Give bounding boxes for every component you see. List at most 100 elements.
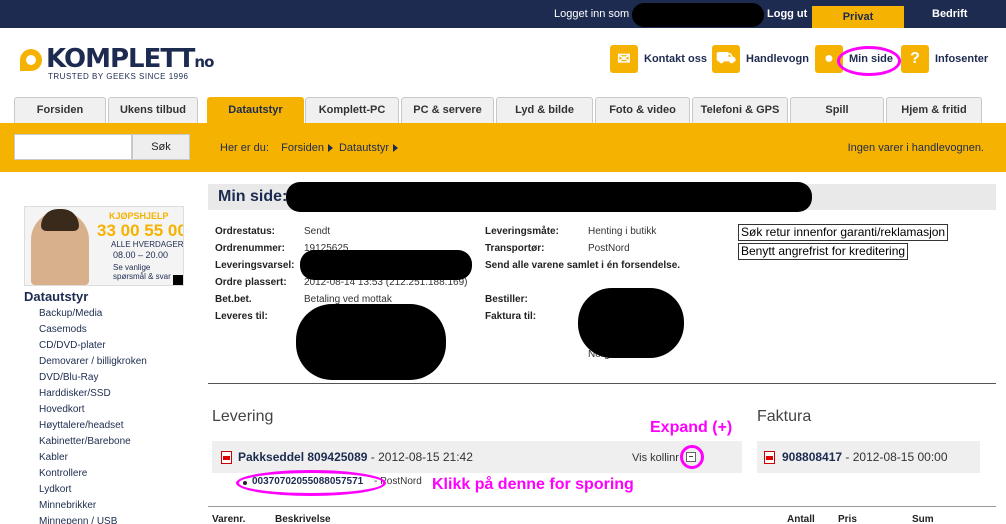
info-center-link[interactable]: ? Infosenter	[901, 44, 988, 74]
sidebar-item[interactable]: Demovarer / billigkroken	[39, 355, 147, 371]
tab-telefoni-gps[interactable]: Telefoni & GPS	[692, 97, 788, 123]
cart-icon: ⛟	[712, 45, 740, 73]
cart-label: Handlevogn	[746, 53, 809, 65]
annotation-circle	[680, 445, 704, 469]
search-button[interactable]: Søk	[132, 134, 190, 160]
info-center-label: Infosenter	[935, 53, 989, 65]
redacted-block	[296, 304, 446, 380]
promo-days: ALLE HVERDAGER	[111, 240, 184, 249]
logo-name: KOMPLETT	[46, 44, 195, 74]
sidebar-item[interactable]: Casemods	[39, 323, 147, 339]
divider	[208, 383, 996, 384]
search-input[interactable]	[14, 134, 132, 160]
tab-pc-servere[interactable]: PC & servere	[401, 97, 494, 123]
delivery-method-value: Henting i butikk	[588, 226, 657, 237]
withdrawal-credit-button[interactable]: Benytt angrefrist for kreditering	[738, 243, 909, 260]
sidebar-item[interactable]: DVD/Blu-Ray	[39, 371, 147, 387]
pdf-icon[interactable]	[221, 451, 232, 464]
sidebar-item[interactable]: Kontrollere	[39, 467, 147, 483]
logout-link[interactable]: Logg ut	[767, 8, 807, 20]
bedrift-link[interactable]: Bedrift	[932, 8, 967, 20]
play-icon[interactable]	[173, 275, 183, 285]
cart-status: Ingen varer i handlevognen.	[847, 142, 984, 154]
tab-datautstyr[interactable]: Datautstyr	[207, 97, 304, 125]
pdf-icon[interactable]	[764, 451, 775, 464]
redacted-name	[286, 182, 812, 212]
invoice-date: - 2012-08-15 00:00	[845, 450, 948, 464]
top-bar: Logget inn som Logg ut Privat Bedrift	[0, 0, 1006, 28]
annotation-circle	[837, 46, 901, 76]
logo-tagline: TRUSTED BY GEEKS SINCE 1996	[48, 72, 189, 81]
payment-terms-label: Bet.bet.	[215, 294, 252, 305]
carrier-value: PostNord	[588, 243, 630, 254]
return-warranty-button[interactable]: Søk retur innenfor garanti/reklamasjon	[738, 224, 949, 241]
logo-mark-icon	[20, 49, 42, 71]
tab-spill[interactable]: Spill	[790, 97, 884, 123]
show-packages-label[interactable]: Vis kollinr	[632, 452, 679, 464]
redacted-username	[632, 3, 764, 27]
invoice-section-title: Faktura	[757, 408, 812, 425]
question-icon: ?	[901, 45, 929, 73]
orderer-label: Bestiller:	[485, 294, 528, 305]
sidebar-item[interactable]: Hovedkort	[39, 403, 147, 419]
invoice-link[interactable]: 908808417 - 2012-08-15 00:00	[782, 450, 948, 464]
promo-hours: 08.00 – 20.00	[113, 250, 169, 260]
invoice-number[interactable]: 908808417	[782, 450, 842, 464]
tab-hjem-fritid[interactable]: Hjem & fritid	[886, 97, 982, 123]
sidebar-item[interactable]: Kabler	[39, 451, 147, 467]
sidebar-item[interactable]: Backup/Media	[39, 307, 147, 323]
contact-label: Kontakt oss	[644, 53, 707, 65]
ship-together-note: Send alle varene samlet i én forsendelse…	[485, 260, 681, 271]
col-header-description: Beskrivelse	[275, 514, 331, 524]
order-status-label: Ordrestatus:	[215, 226, 276, 237]
sidebar-item[interactable]: Høyttalere/headset	[39, 419, 147, 435]
carrier-label: Transportør:	[485, 243, 545, 254]
sidebar-title: Datautstyr	[24, 289, 89, 304]
redacted-block	[578, 288, 684, 358]
sidebar-item[interactable]: Harddisker/SSD	[39, 387, 147, 403]
breadcrumb-prefix: Her er du:	[220, 142, 269, 154]
col-header-sum: Sum	[912, 514, 934, 524]
packing-slip-date: - 2012-08-15 21:42	[370, 450, 473, 464]
contact-link[interactable]: ✉ Kontakt oss	[610, 44, 707, 74]
cart-link[interactable]: ⛟ Handlevogn	[712, 44, 809, 74]
mail-icon: ✉	[610, 45, 638, 73]
packing-slip-number[interactable]: Pakkseddel 809425089	[238, 450, 367, 464]
support-promo-banner[interactable]: KJØPSHJELP 33 00 55 00 ALLE HVERDAGER 08…	[24, 206, 184, 286]
packing-slip-link[interactable]: Pakkseddel 809425089 - 2012-08-15 21:42	[238, 450, 473, 464]
invoice-to-label: Faktura til:	[485, 311, 537, 322]
tab-forsiden[interactable]: Forsiden	[14, 97, 106, 123]
sidebar-item[interactable]: Kabinetter/Barebone	[39, 435, 147, 451]
delivery-notice-label: Leveringsvarsel:	[215, 260, 295, 271]
col-header-quantity: Antall	[787, 514, 815, 524]
page-title: Min side:	[218, 188, 288, 205]
tab-foto-video[interactable]: Foto & video	[595, 97, 690, 123]
chevron-right-icon	[327, 144, 333, 153]
col-header-item-no: Varenr.	[212, 514, 246, 524]
logged-in-label: Logget inn som	[554, 8, 630, 20]
tab-komplett-pc[interactable]: Komplett-PC	[305, 97, 399, 123]
annotation-click-tracking: Klikk på denne for sporing	[432, 476, 634, 493]
deliver-to-label: Leveres til:	[215, 311, 268, 322]
annotation-expand: Expand (+)	[650, 419, 733, 436]
order-placed-label: Ordre plassert:	[215, 277, 287, 288]
tab-ukens-tilbud[interactable]: Ukens tilbud	[108, 97, 198, 123]
divider	[208, 506, 996, 507]
delivery-method-label: Leveringsmåte:	[485, 226, 559, 237]
breadcrumb-item-forsiden[interactable]: Forsiden	[281, 142, 324, 154]
annotation-circle	[236, 470, 386, 496]
sidebar-item[interactable]: Minnebrikker	[39, 499, 147, 515]
delivery-section-title: Levering	[212, 408, 274, 425]
tab-lyd-bilde[interactable]: Lyd & bilde	[496, 97, 593, 123]
privat-tab[interactable]: Privat	[812, 6, 904, 28]
order-number-label: Ordrenummer:	[215, 243, 286, 254]
promo-faq[interactable]: Se vanlige spørsmål & svar	[113, 263, 171, 281]
chevron-right-icon	[393, 144, 399, 153]
promo-phone: 33 00 55 00	[97, 221, 184, 240]
sidebar-item[interactable]: CD/DVD-plater	[39, 339, 147, 355]
breadcrumb-item-datautstyr[interactable]: Datautstyr	[339, 142, 389, 154]
promo-title: KJØPSHJELP	[109, 211, 169, 221]
sidebar-item[interactable]: Lydkort	[39, 483, 147, 499]
sidebar-item[interactable]: Minnepenn / USB	[39, 515, 147, 524]
sidebar-category-list: Backup/Media Casemods CD/DVD-plater Demo…	[39, 307, 147, 524]
